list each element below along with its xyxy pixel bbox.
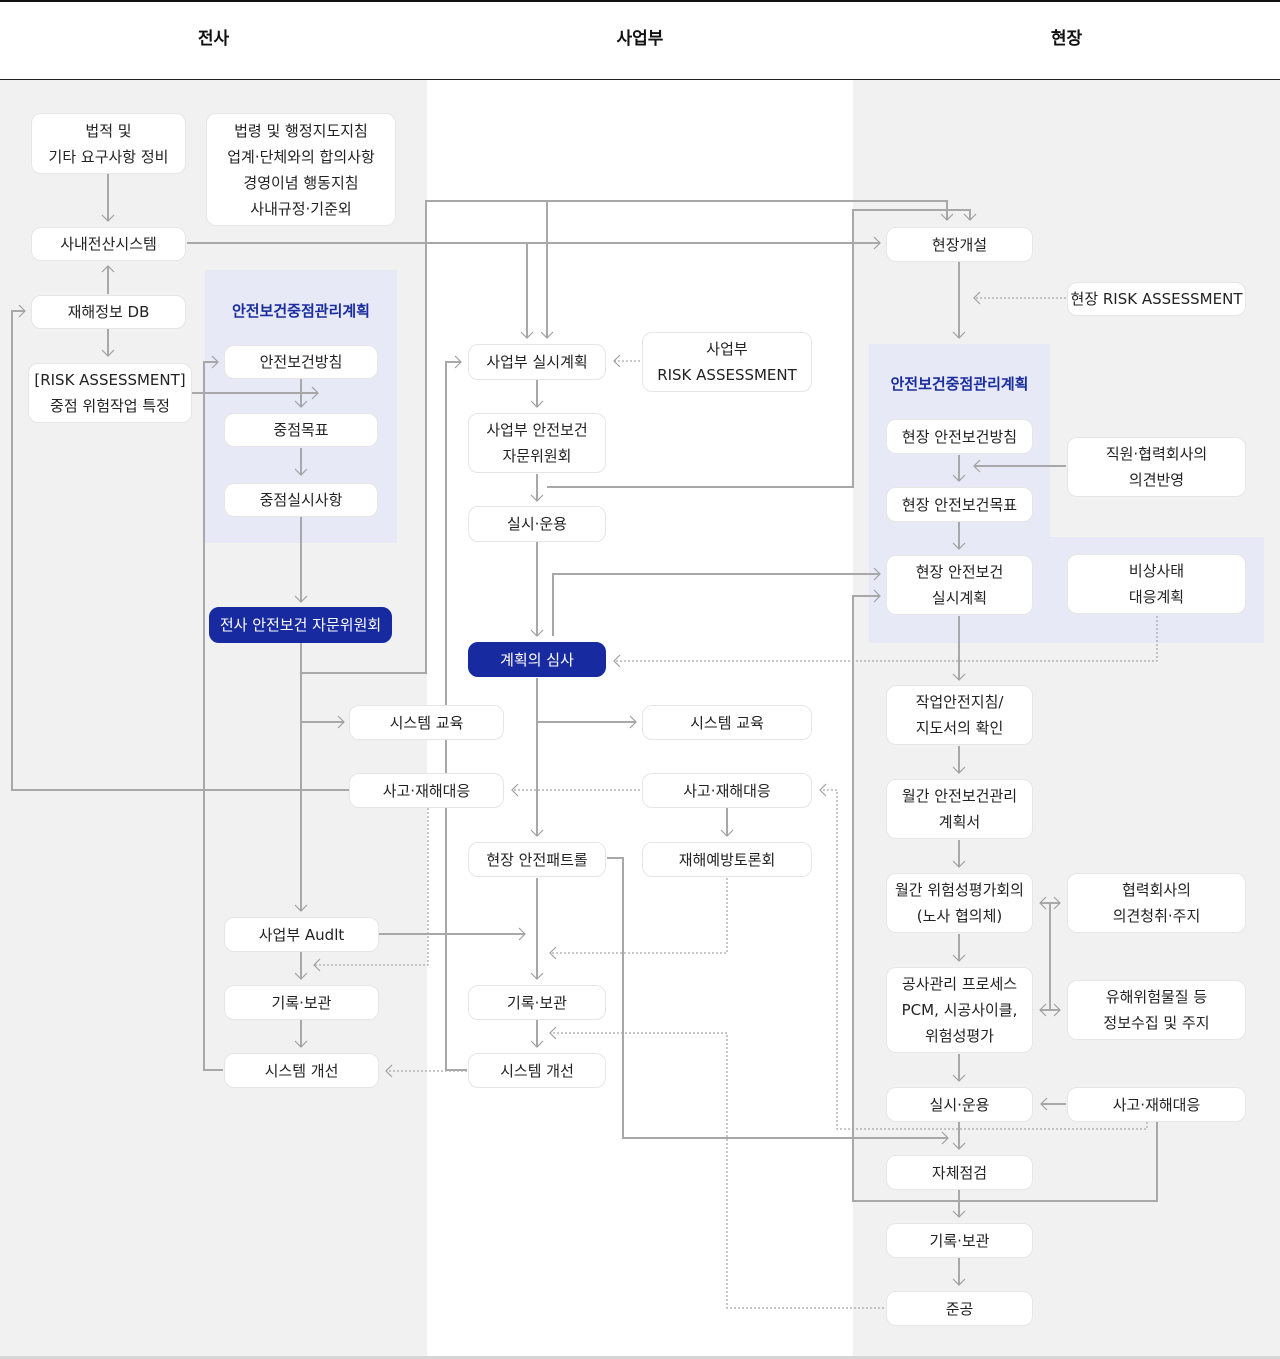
- box-opinions[interactable]: 직원·협력회사의 의견반영: [1067, 437, 1246, 497]
- box-site-risk-assessment[interactable]: 현장 RISK ASSESSMENT: [1067, 282, 1246, 316]
- site-plan-title: 안전보건중점관리계획: [890, 375, 1029, 393]
- box-site-safety-goals[interactable]: 현장 안전보건목표: [886, 487, 1033, 522]
- box-site-opening[interactable]: 현장개설: [886, 227, 1033, 262]
- box-system-training-corp[interactable]: 시스템 교육: [349, 705, 504, 740]
- box-regulations[interactable]: 법령 및 행정지도지침 업계·단체와의 합의사항 경영이념 행동지침 사내규정·…: [206, 113, 396, 226]
- box-division-committee[interactable]: 사업부 안전보건 자문위원회: [468, 413, 606, 473]
- box-completion[interactable]: 준공: [886, 1291, 1033, 1326]
- box-self-inspection[interactable]: 자체점검: [886, 1155, 1033, 1190]
- box-business-audit[interactable]: 사업부 Audlt: [224, 917, 379, 952]
- box-monthly-plan[interactable]: 월간 안전보건관리 계획서: [886, 779, 1033, 839]
- box-site-operation[interactable]: 실시·운용: [886, 1087, 1033, 1122]
- box-risk-assessment[interactable]: [RISK ASSESSMENT] 중점 위험작업 특정: [28, 363, 192, 423]
- box-division-operation[interactable]: 실시·운용: [468, 506, 606, 542]
- box-hazard-info[interactable]: 유해위험물질 등 정보수집 및 주지: [1067, 980, 1246, 1040]
- corporate-plan-title: 안전보건중점관리계획: [231, 302, 370, 320]
- box-construction-process[interactable]: 공사관리 프로세스 PCM, 시공사이클, 위험성평가: [886, 967, 1033, 1053]
- box-partner-opinions[interactable]: 협력회사의 의견청취·주지: [1067, 873, 1246, 933]
- column-title-corporate: 전사: [197, 29, 230, 49]
- box-corporate-records[interactable]: 기록·보관: [224, 985, 379, 1020]
- box-internal-system[interactable]: 사내전산시스템: [31, 227, 186, 261]
- box-work-guidelines[interactable]: 작업안전지침/ 지도서의 확인: [886, 685, 1033, 745]
- box-prevention-forum[interactable]: 재해예방토론회: [642, 842, 812, 877]
- box-legal-requirements[interactable]: 법적 및 기타 요구사항 정비: [31, 113, 186, 174]
- box-site-action-plan[interactable]: 현장 안전보건 실시계획: [886, 555, 1033, 615]
- column-title-division: 사업부: [616, 29, 664, 49]
- column-header: 전사 사업부 현장: [0, 2, 1280, 80]
- box-accident-response-div[interactable]: 사고·재해대응: [642, 773, 812, 808]
- box-key-goals[interactable]: 중점목표: [224, 413, 378, 447]
- box-corporate-improvement[interactable]: 시스템 개선: [224, 1053, 379, 1088]
- box-emergency-plan[interactable]: 비상사태 대응계획: [1067, 554, 1246, 614]
- box-accident-db[interactable]: 재해정보 DB: [31, 295, 186, 329]
- box-accident-response-corp[interactable]: 사고·재해대응: [349, 773, 504, 808]
- box-monthly-risk-meeting[interactable]: 월간 위험성평가회의 (노사 협의체): [886, 873, 1033, 933]
- column-title-site: 현장: [1050, 29, 1083, 49]
- box-division-improvement[interactable]: 시스템 개선: [468, 1053, 606, 1088]
- box-site-records[interactable]: 기록·보관: [886, 1223, 1033, 1258]
- box-division-action-plan[interactable]: 사업부 실시계획: [468, 344, 606, 380]
- box-site-patrol[interactable]: 현장 안전패트롤: [468, 842, 606, 877]
- box-site-accident-response[interactable]: 사고·재해대응: [1067, 1087, 1246, 1122]
- box-plan-review[interactable]: 계획의 심사: [468, 642, 606, 677]
- box-division-records[interactable]: 기록·보관: [468, 985, 606, 1020]
- box-system-training-div[interactable]: 시스템 교육: [642, 705, 812, 740]
- box-key-actions[interactable]: 중점실시사항: [224, 483, 378, 517]
- box-corporate-committee[interactable]: 전사 안전보건 자문위원회: [209, 607, 392, 643]
- box-safety-policy[interactable]: 안전보건방침: [224, 345, 378, 379]
- box-site-safety-policy[interactable]: 현장 안전보건방침: [886, 419, 1033, 454]
- box-division-risk-assessment[interactable]: 사업부 RISK ASSESSMENT: [642, 332, 812, 392]
